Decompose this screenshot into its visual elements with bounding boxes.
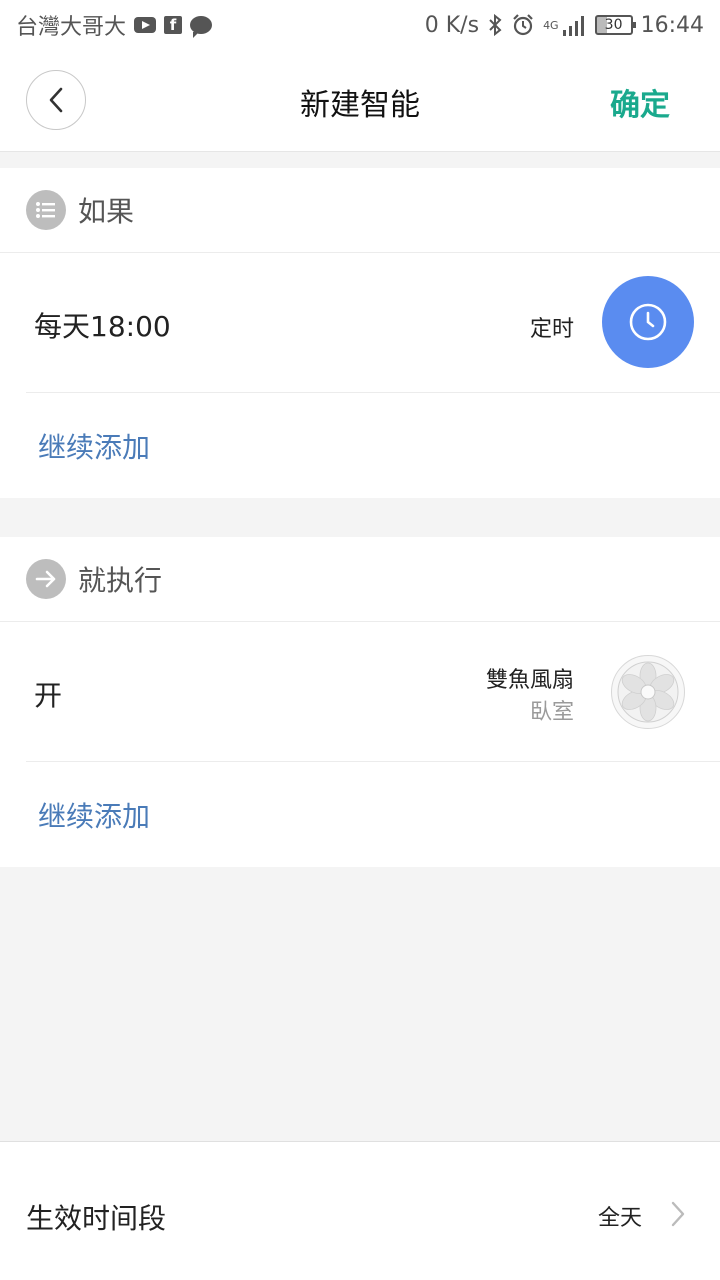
message-icon [190,16,213,38]
then-add-button[interactable]: 继续添加 [38,795,150,835]
battery-level: 30 [604,17,623,33]
then-add-row: 继续添加 [0,762,720,867]
facebook-icon: f [164,16,183,34]
condition-type: 定时 [529,317,574,342]
fan-icon [611,655,685,729]
clock-time: 16:44 [640,12,704,38]
battery-icon: 30 [594,15,636,35]
bluetooth-icon [487,13,503,37]
youtube-icon [134,17,157,33]
screen: 台灣大哥大 f 0 K/s 4G 30 16:44 新建智能 确定 如果 每天1… [0,0,720,1280]
condition-text: 每天18:00 [34,310,171,343]
list-icon [26,190,66,230]
clock-icon [629,303,667,341]
net-speed: 0 K/s [424,12,480,38]
effective-period-row[interactable]: 生效时间段 全天 [0,1141,720,1280]
status-bar: 台灣大哥大 f 0 K/s 4G 30 16:44 [0,0,720,50]
timer-button[interactable] [602,276,694,368]
action-text: 开 [34,679,63,712]
chevron-right-icon [671,1201,685,1227]
then-section: 就执行 开 雙魚風扇 臥室 继续添加 [0,537,720,867]
if-section-title: 如果 [78,195,135,228]
confirm-button[interactable]: 确定 [610,80,670,124]
arrow-right-icon [26,559,66,599]
if-add-row: 继续添加 [0,393,720,498]
top-bar: 新建智能 确定 [0,50,720,152]
carrier-name: 台灣大哥大 [16,15,127,40]
period-value: 全天 [597,1206,642,1231]
action-row[interactable]: 开 雙魚風扇 臥室 [26,622,720,762]
then-section-title: 就执行 [78,564,163,597]
alarm-icon [511,13,535,37]
condition-row[interactable]: 每天18:00 定时 [26,253,720,393]
device-name: 雙魚風扇 [485,668,574,693]
if-section-header: 如果 [0,168,720,253]
if-add-button[interactable]: 继续添加 [38,426,150,466]
if-section: 如果 每天18:00 定时 继续添加 [0,168,720,498]
device-room: 臥室 [529,700,574,725]
signal-icon: 4G [543,14,587,36]
then-section-header: 就执行 [0,537,720,622]
period-label: 生效时间段 [26,1202,167,1235]
network-type: 4G [543,18,559,32]
